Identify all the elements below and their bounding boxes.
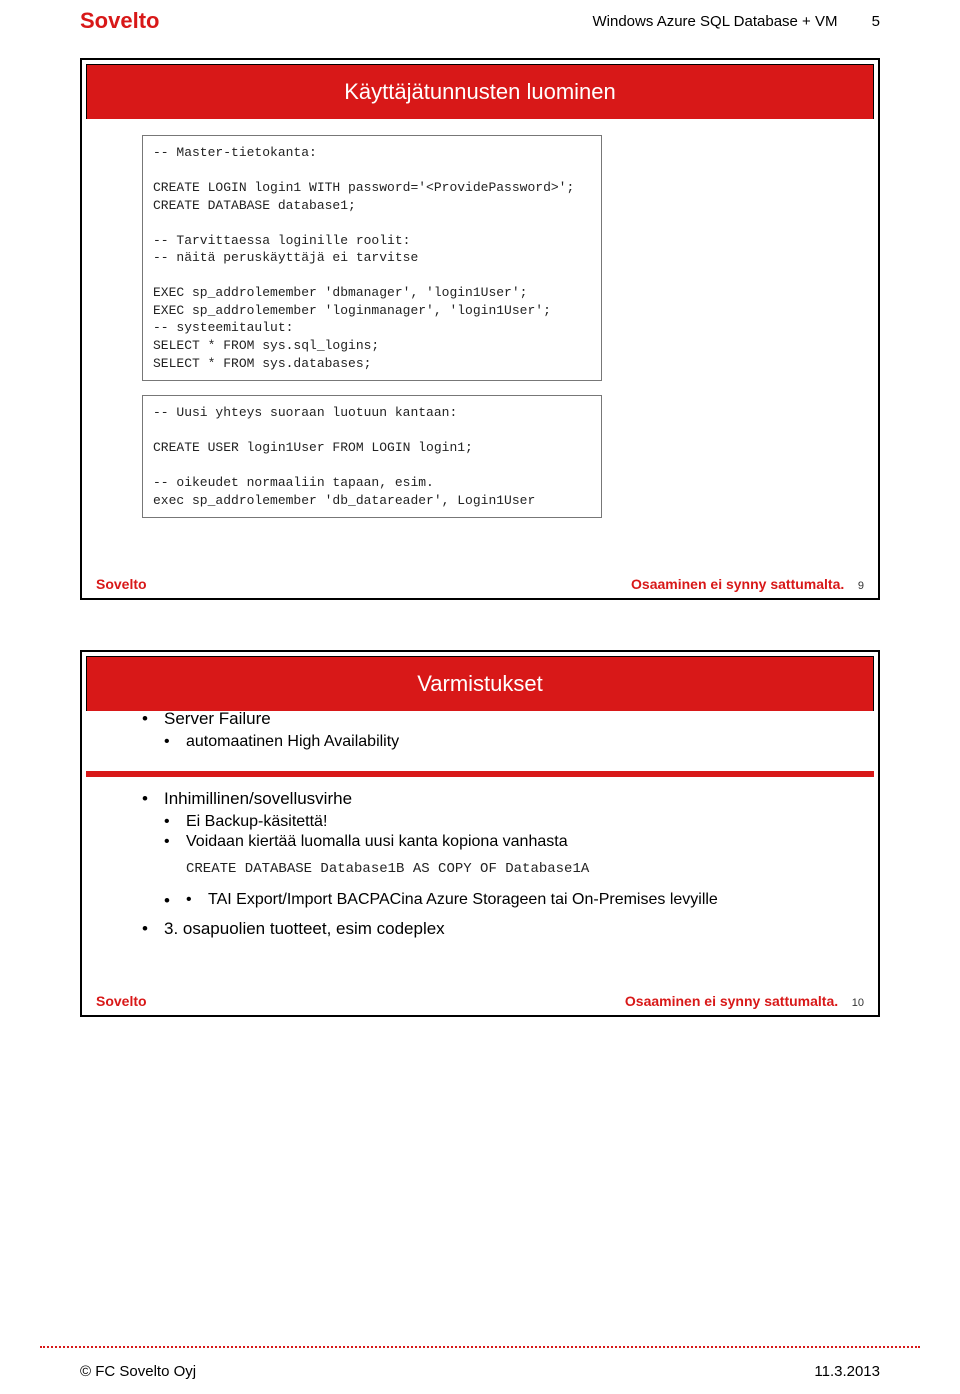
list-item: automaatinen High Availability	[164, 733, 848, 751]
sub-list: Ei Backup-käsitettä! Voidaan kiertää luo…	[164, 813, 848, 851]
code-block-user: -- Uusi yhteys suoraan luotuun kantaan: …	[142, 395, 602, 518]
slide-2: Varmistukset Server Failure automaatinen…	[80, 650, 880, 1017]
slide-2-body: Server Failure automaatinen High Availab…	[82, 703, 878, 989]
sub-list: automaatinen High Availability	[164, 733, 848, 751]
page-header: Sovelto Windows Azure SQL Database + VM …	[0, 0, 960, 38]
slide-number: 10	[852, 997, 864, 1009]
list-item: Inhimillinen/sovellusvirhe Ei Backup-käs…	[142, 789, 848, 851]
dotted-separator	[40, 1346, 920, 1348]
footer-tagline: Osaaminen ei synny sattumalta.	[625, 993, 838, 1009]
slide-number: 9	[858, 580, 864, 592]
list-item: TAI Export/Import BACPACina Azure Storag…	[186, 891, 848, 909]
list-item: 3. osapuolien tuotteet, esim codeplex	[142, 919, 848, 939]
slide-1-body: -- Master-tietokanta: CREATE LOGIN login…	[82, 119, 878, 572]
list-item: Ei Backup-käsitettä!	[164, 813, 848, 831]
list-item: Voidaan kiertää luomalla uusi kanta kopi…	[164, 833, 848, 851]
bullet-list-bottom: TAI Export/Import BACPACina Azure Storag…	[142, 891, 848, 939]
sub-list: TAI Export/Import BACPACina Azure Storag…	[186, 891, 848, 909]
slide-1-title: Käyttäjätunnusten luominen	[86, 64, 874, 119]
code-line: CREATE DATABASE Database1B AS COPY OF Da…	[186, 861, 848, 877]
footer-logo: Sovelto	[96, 576, 147, 592]
footer-right: 11.3.2013	[814, 1363, 880, 1380]
slide-1-footer: Sovelto Osaaminen ei synny sattumalta. 9	[82, 572, 878, 598]
slide-2-footer: Sovelto Osaaminen ei synny sattumalta. 1…	[82, 989, 878, 1015]
document-title: Windows Azure SQL Database + VM 5	[593, 13, 881, 30]
bullet-text: Inhimillinen/sovellusvirhe	[164, 789, 352, 808]
logo: Sovelto	[80, 8, 159, 34]
page-footer: © FC Sovelto Oyj 11.3.2013	[80, 1363, 880, 1380]
footer-left: © FC Sovelto Oyj	[80, 1363, 196, 1380]
bullet-list-top: Server Failure automaatinen High Availab…	[142, 709, 848, 751]
list-item: Server Failure automaatinen High Availab…	[142, 709, 848, 751]
bullet-list-mid: Inhimillinen/sovellusvirhe Ei Backup-käs…	[142, 789, 848, 851]
bullet-text: Server Failure	[164, 709, 271, 728]
title-text: Windows Azure SQL Database + VM	[593, 13, 838, 30]
code-block-master: -- Master-tietokanta: CREATE LOGIN login…	[142, 135, 602, 381]
slide-1: Käyttäjätunnusten luominen -- Master-tie…	[80, 58, 880, 600]
footer-logo: Sovelto	[96, 993, 147, 1009]
page-number-top: 5	[872, 13, 880, 30]
footer-tagline: Osaaminen ei synny sattumalta.	[631, 576, 844, 592]
